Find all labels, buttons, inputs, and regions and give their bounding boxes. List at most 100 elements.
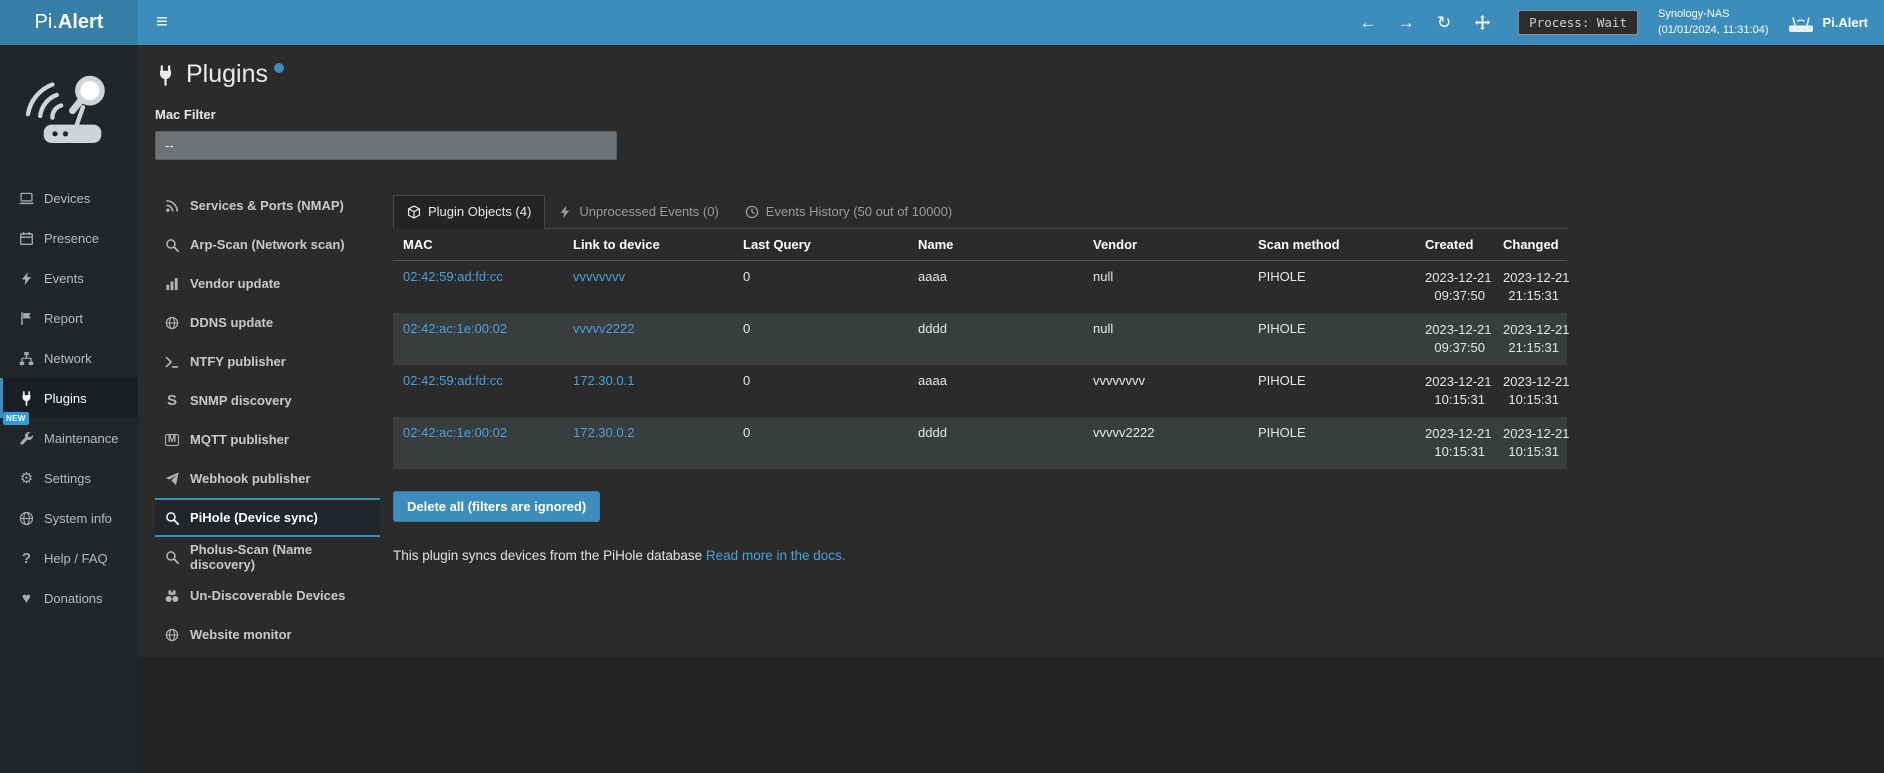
changed-cell: 2023-12-2110:15:31 (1493, 365, 1567, 417)
name-cell: aaaa (908, 365, 1083, 417)
last-query-cell: 0 (733, 313, 908, 365)
plugin-nav-snmp-discovery[interactable]: S SNMP discovery (155, 381, 380, 420)
sidebar-item-help-faq[interactable]: ? Help / FAQ (0, 538, 138, 578)
plugin-description-text: This plugin syncs devices from the PiHol… (393, 548, 702, 563)
delete-all-button[interactable]: Delete all (filters are ignored) (393, 491, 600, 522)
sidebar-item-label: Report (44, 311, 83, 326)
plugin-objects-table: MAC Link to device Last Query Name Vendo… (393, 229, 1567, 469)
router-icon (1788, 12, 1814, 34)
header-app-brand-label: Pi.Alert (1822, 15, 1868, 30)
plugin-nav-label: Un-Discoverable Devices (190, 588, 345, 603)
laptop-icon (18, 191, 35, 206)
plugin-nav-ntfy-publisher[interactable]: NTFY publisher (155, 342, 380, 381)
device-link[interactable]: vvvvvvvv (573, 269, 625, 284)
globe-icon (164, 628, 180, 642)
plugin-nav-pholus-scan[interactable]: Pholus-Scan (Name discovery) (155, 537, 380, 576)
device-link[interactable]: 172.30.0.1 (573, 373, 634, 388)
plugin-description: This plugin syncs devices from the PiHol… (393, 548, 1567, 577)
mac-link[interactable]: 02:42:59:ad:fd:cc (403, 373, 503, 388)
tab-bar: Plugin Objects (4) Unprocessed Events (0… (393, 195, 1567, 229)
sidebar-item-maintenance[interactable]: NEW Maintenance (0, 418, 138, 458)
gear-icon: ⚙ (18, 471, 35, 486)
forward-icon[interactable]: → (1390, 0, 1422, 45)
mac-link[interactable]: 02:42:59:ad:fd:cc (403, 269, 503, 284)
column-header-vendor: Vendor (1083, 229, 1248, 261)
mac-link[interactable]: 02:42:ac:1e:00:02 (403, 321, 507, 336)
globe-icon (164, 316, 180, 330)
sidebar-item-system-info[interactable]: System info (0, 498, 138, 538)
created-cell: 2023-12-2109:37:50 (1415, 313, 1493, 365)
plugin-nav-vendor-update[interactable]: Vendor update (155, 264, 380, 303)
plugin-nav-mqtt-publisher[interactable]: M MQTT publisher (155, 420, 380, 459)
plugin-nav-webhook-publisher[interactable]: Webhook publisher (155, 459, 380, 498)
plugin-nav-pihole[interactable]: PiHole (Device sync) (155, 498, 380, 537)
calendar-icon (18, 231, 35, 246)
plugin-nav-undiscoverable-devices[interactable]: Un-Discoverable Devices (155, 576, 380, 615)
column-header-name: Name (908, 229, 1083, 261)
plugin-nav-ddns-update[interactable]: DDNS update (155, 303, 380, 342)
host-time: (01/01/2024, 11:31:04) (1658, 23, 1769, 39)
heart-icon: ♥ (18, 591, 35, 606)
tab-plugin-objects[interactable]: Plugin Objects (4) (393, 195, 545, 229)
header-app-brand[interactable]: Pi.Alert (1788, 12, 1868, 34)
sidebar-item-settings[interactable]: ⚙ Settings (0, 458, 138, 498)
refresh-icon[interactable]: ↻ (1428, 0, 1460, 45)
device-link[interactable]: 172.30.0.2 (573, 425, 634, 440)
created-cell: 2023-12-2110:15:31 (1415, 417, 1493, 469)
host-name: Synology-NAS (1658, 7, 1769, 23)
plugin-nav-website-monitor[interactable]: Website monitor (155, 615, 380, 654)
vendor-cell: null (1083, 261, 1248, 313)
clock-icon (745, 205, 759, 219)
cube-icon (407, 205, 421, 219)
search-icon (164, 550, 180, 564)
scan-method-cell: PIHOLE (1248, 313, 1415, 365)
tab-events-history[interactable]: Events History (50 out of 10000) (732, 195, 965, 229)
help-badge[interactable] (274, 63, 284, 73)
changed-cell: 2023-12-2121:15:31 (1493, 261, 1567, 313)
sidebar-item-devices[interactable]: Devices (0, 178, 138, 218)
sidebar-item-label: Maintenance (44, 431, 118, 446)
signal-icon (164, 199, 180, 213)
page-header: Plugins (155, 60, 1866, 89)
tab-unprocessed-events[interactable]: Unprocessed Events (0) (545, 195, 731, 229)
sidebar-item-report[interactable]: Report (0, 298, 138, 338)
globe-icon (18, 511, 35, 526)
sidebar-item-label: Help / FAQ (44, 551, 108, 566)
tab-label: Events History (50 out of 10000) (766, 204, 952, 219)
device-link[interactable]: vvvvv2222 (573, 321, 634, 336)
plugin-nav-nmap[interactable]: Services & Ports (NMAP) (155, 186, 380, 225)
paper-plane-icon (164, 472, 180, 486)
plugin-nav-label: Services & Ports (NMAP) (190, 198, 344, 213)
table-header-row: MAC Link to device Last Query Name Vendo… (393, 229, 1567, 261)
scan-method-cell: PIHOLE (1248, 417, 1415, 469)
page-title: Plugins (186, 60, 268, 89)
plugin-nav: Services & Ports (NMAP) Arp-Scan (Networ… (155, 186, 380, 654)
plugin-nav-label: NTFY publisher (190, 354, 286, 369)
mac-link[interactable]: 02:42:ac:1e:00:02 (403, 425, 507, 440)
back-icon[interactable]: ← (1352, 0, 1384, 45)
move-arrows-icon[interactable] (1466, 0, 1498, 45)
docs-link[interactable]: Read more in the docs. (706, 548, 846, 563)
name-cell: dddd (908, 313, 1083, 365)
last-query-cell: 0 (733, 365, 908, 417)
header-right-cluster: ← → ↻ Process: Wait Synology-NAS (01/01/… (1352, 0, 1884, 45)
plugin-nav-arp-scan[interactable]: Arp-Scan (Network scan) (155, 225, 380, 264)
mac-filter-label: Mac Filter (155, 107, 1866, 122)
sidebar-item-presence[interactable]: Presence (0, 218, 138, 258)
sidebar-item-events[interactable]: Events (0, 258, 138, 298)
last-query-cell: 0 (733, 261, 908, 313)
plugin-nav-label: Vendor update (190, 276, 280, 291)
sidebar-item-donations[interactable]: ♥ Donations (0, 578, 138, 618)
vendor-cell: vvvvvvvv (1083, 365, 1248, 417)
plug-icon (18, 391, 35, 406)
vendor-cell: null (1083, 313, 1248, 365)
mac-filter-input[interactable] (155, 131, 617, 160)
vendor-cell: vvvvv2222 (1083, 417, 1248, 469)
question-icon: ? (18, 551, 35, 566)
app-logo (0, 45, 138, 178)
sidebar-item-label: Plugins (44, 391, 87, 406)
sidebar-item-network[interactable]: Network (0, 338, 138, 378)
hamburger-menu-icon[interactable]: ≡ (138, 0, 186, 45)
brand-logo[interactable]: Pi.Alert (0, 0, 138, 45)
wrench-icon (18, 431, 35, 446)
